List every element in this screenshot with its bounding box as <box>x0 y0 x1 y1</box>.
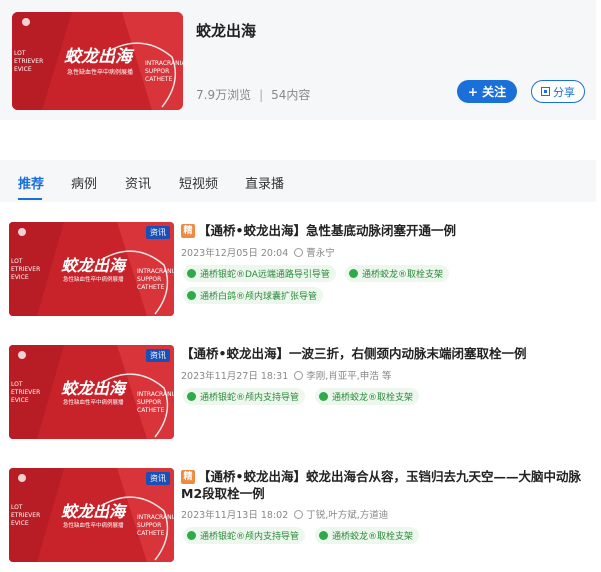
product-tag[interactable]: 通桥银蛇®DA远端通路导引导管 <box>183 265 336 282</box>
share-button[interactable]: 分享 <box>531 80 585 103</box>
item-author: 李刚,肖亚平,申浩 等 <box>306 371 392 382</box>
type-badge: 资讯 <box>146 472 170 485</box>
cover-side-right: INTRACRANIA SUPPOR CATHETE <box>145 60 183 83</box>
tab-recommend[interactable]: 推荐 <box>18 173 44 192</box>
share-label: 分享 <box>553 85 575 99</box>
author-icon <box>294 510 304 519</box>
follow-button[interactable]: + 关注 <box>457 80 517 103</box>
item-thumbnail[interactable]: 蛟龙出海 急性缺血性卒中病例展播 LOT ETRIEVER EVICE INTRAC… <box>9 222 174 316</box>
product-tag[interactable]: 通桥蛟龙®取栓支架 <box>315 527 420 544</box>
item-date: 2023年12月05日 20:04 <box>181 248 289 259</box>
topic-title: 蛟龙出海 <box>196 22 257 40</box>
product-tag[interactable]: 通桥蛟龙®取栓支架 <box>315 388 420 405</box>
tab-live[interactable]: 直录播 <box>245 173 284 192</box>
list-item[interactable]: 蛟龙出海 急性缺血性卒中病例展播 LOT ETRIEVER EVICE INTRAC… <box>0 222 596 322</box>
product-tag[interactable]: 通桥银蛇®颅内支持导管 <box>183 388 306 405</box>
item-thumbnail[interactable]: 蛟龙出海 急性缺血性卒中病例展播 LOT ETRIEVER EVICE INTRAC… <box>9 345 174 439</box>
item-title[interactable]: 精【通桥•蛟龙出海】急性基底动脉闭塞开通一例 <box>181 222 587 239</box>
tab-bar: 推荐 病例 资讯 短视频 直录播 <box>0 160 596 202</box>
tag-icon <box>349 269 358 278</box>
item-meta: 2023年11月13日 18:02 丁锐,叶方斌,方道迪 <box>181 507 388 521</box>
content-count: 54内容 <box>271 88 311 102</box>
cover-subtitle: 急性缺血性卒中病例展播 <box>67 69 134 76</box>
item-date: 2023年11月27日 18:31 <box>181 371 289 382</box>
list-item[interactable]: 蛟龙出海 急性缺血性卒中病例展播 LOT ETRIEVER EVICE INTRAC… <box>0 468 596 568</box>
cover-side-left: LOT ETRIEVER EVICE <box>14 50 44 73</box>
tab-news[interactable]: 资讯 <box>125 173 151 192</box>
featured-badge: 精 <box>181 470 195 484</box>
view-count: 7.9万浏览 <box>196 88 252 102</box>
cover-calligraphy: 蛟龙出海 <box>64 47 132 67</box>
topic-header: 蛟龙出海 急性缺血性卒中病例展播 LOT ETRIEVER EVICE INTRAC… <box>0 0 596 120</box>
item-title[interactable]: 精【通桥•蛟龙出海】蛟龙出海合从容，玉铛归去九天空——大脑中动脉M2段取栓一例 <box>181 468 587 502</box>
type-badge: 资讯 <box>146 226 170 239</box>
topic-cover-image: 蛟龙出海 急性缺血性卒中病例展播 LOT ETRIEVER EVICE INTRAC… <box>12 12 183 110</box>
item-date: 2023年11月13日 18:02 <box>181 510 289 521</box>
tag-icon <box>187 269 196 278</box>
tag-icon <box>319 531 328 540</box>
type-badge: 资讯 <box>146 349 170 362</box>
item-author: 曹永宁 <box>306 248 335 259</box>
item-meta: 2023年12月05日 20:04 曹永宁 <box>181 245 335 259</box>
active-tab-indicator <box>18 198 42 200</box>
item-author: 丁锐,叶方斌,方道迪 <box>306 510 389 521</box>
tab-short-video[interactable]: 短视频 <box>179 173 218 192</box>
featured-badge: 精 <box>181 224 195 238</box>
topic-stats: 7.9万浏览 | 54内容 <box>196 88 311 102</box>
tag-icon <box>187 291 196 300</box>
item-title[interactable]: 【通桥•蛟龙出海】一波三折，右侧颈内动脉末端闭塞取栓一例 <box>181 345 587 362</box>
product-tag[interactable]: 通桥蛟龙®取栓支架 <box>345 265 450 282</box>
tag-icon <box>319 392 328 401</box>
author-icon <box>294 248 304 257</box>
tag-icon <box>187 392 196 401</box>
product-tag[interactable]: 通桥银蛇®颅内支持导管 <box>183 527 306 544</box>
qr-icon <box>541 87 550 96</box>
product-tag[interactable]: 通桥白鸽®颅内球囊扩张导管 <box>183 287 324 304</box>
author-icon <box>294 371 304 380</box>
item-thumbnail[interactable]: 蛟龙出海 急性缺血性卒中病例展播 LOT ETRIEVER EVICE INTRAC… <box>9 468 174 562</box>
tag-icon <box>187 531 196 540</box>
tab-cases[interactable]: 病例 <box>71 173 97 192</box>
item-meta: 2023年11月27日 18:31 李刚,肖亚平,申浩 等 <box>181 368 391 382</box>
list-item[interactable]: 蛟龙出海 急性缺血性卒中病例展播 LOT ETRIEVER EVICE INTRAC… <box>0 345 596 440</box>
